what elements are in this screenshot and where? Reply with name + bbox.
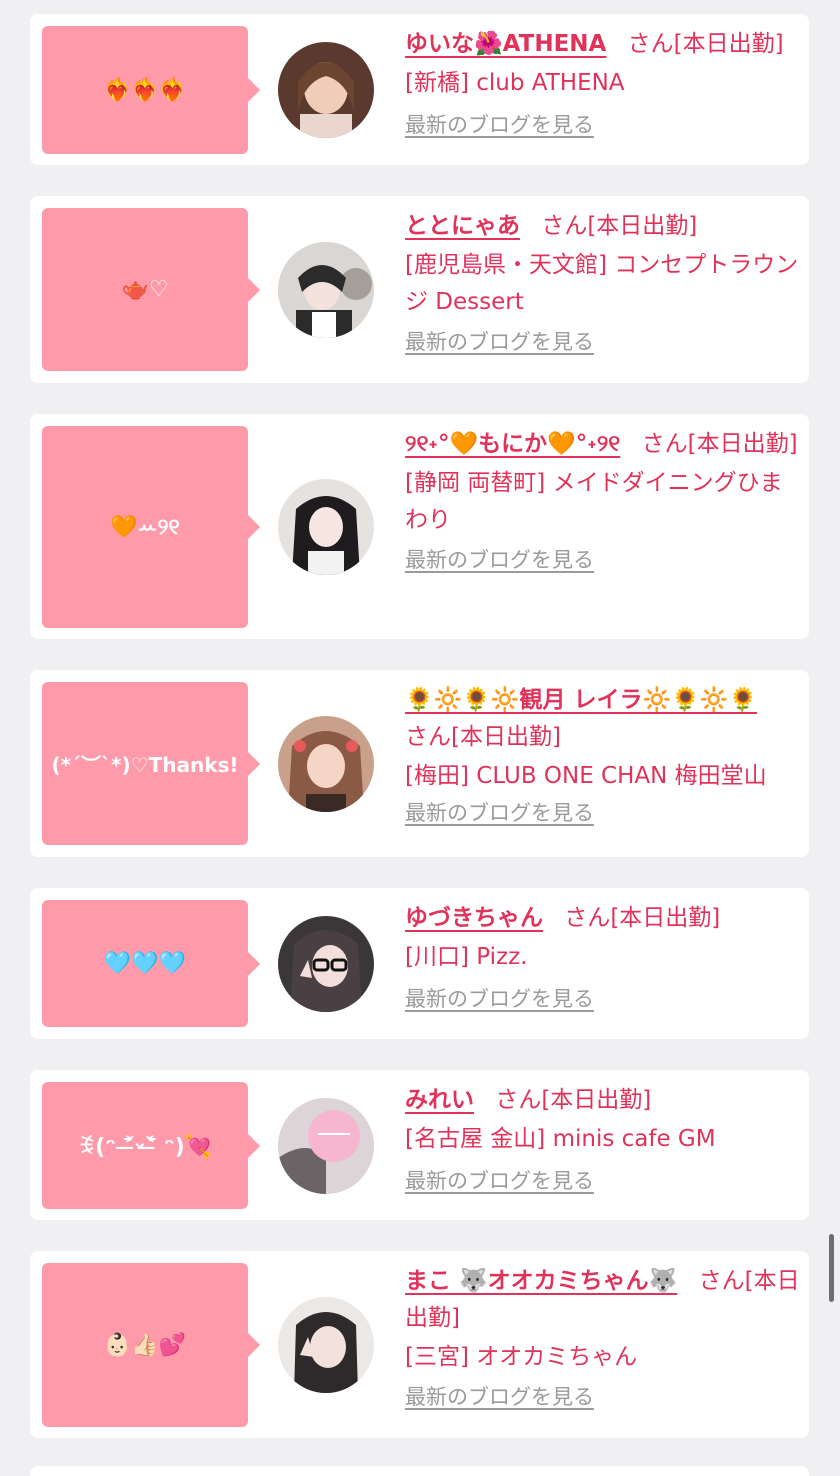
shop-name: [名古屋 金山] minis cafe GM xyxy=(405,1126,716,1152)
entry-info: ととにゃあ さん[本日出勤] [鹿児島県・天文館] コンセプトラウンジ Dess… xyxy=(405,208,801,361)
shop-name: [静岡 両替町] メイドダイニングひまわり xyxy=(405,470,783,533)
cast-name-link[interactable]: 🌻🔆🌻🔆観月 レイラ🔆🌻🔆🌻 xyxy=(405,687,757,713)
avatar[interactable] xyxy=(278,716,374,812)
bubble-text: ꉂ(ᵔ ˃̶᷄ᵕ˂̶᷅ ᵔ)💘 xyxy=(42,1082,248,1209)
entry-info: まこ 🐺オオカミちゃん🐺 さん[本日出勤] [三宮] オオカミちゃん 最新のブロ… xyxy=(405,1263,801,1416)
list-item: 🩵🩵🩵 ゆづきちゃん さん[本日出勤] [川口] Pizz. 最新のブログを見る xyxy=(30,888,809,1039)
status-label: さん[本日出勤] xyxy=(405,724,561,750)
bubble-text: 🧡ꕀ୨୧ xyxy=(42,426,248,628)
entry-info: ୨୧˖°🧡もにか🧡°˖୨୧ さん[本日出勤] [静岡 両替町] メイドダイニング… xyxy=(405,426,801,579)
name-line: 🌻🔆🌻🔆観月 レイラ🔆🌻🔆🌻 さん[本日出勤] xyxy=(405,682,801,756)
bubble-arrow xyxy=(248,752,260,776)
status-label: さん[本日出勤] xyxy=(627,31,784,57)
entry-info: ゆづきちゃん さん[本日出勤] [川口] Pizz. 最新のブログを見る xyxy=(405,900,801,1018)
name-line: みれい さん[本日出勤] xyxy=(405,1082,801,1119)
entry-info: みれい さん[本日出勤] [名古屋 金山] minis cafe GM 最新のブ… xyxy=(405,1082,801,1200)
latest-blog-link[interactable]: 最新のブログを見る xyxy=(405,327,594,357)
shop-name: [川口] Pizz. xyxy=(405,944,528,970)
name-line: ゆづきちゃん さん[本日出勤] xyxy=(405,900,801,937)
bubble-text: 🩵🩵🩵 xyxy=(42,900,248,1027)
latest-blog-link[interactable]: 最新のブログを見る xyxy=(405,545,594,575)
avatar[interactable] xyxy=(278,42,374,138)
name-line: ととにゃあ さん[本日出勤] xyxy=(405,208,801,245)
cast-name-link[interactable]: まこ 🐺オオカミちゃん🐺 xyxy=(405,1268,677,1294)
bubble-text: ❤️‍🔥❤️‍🔥❤️‍🔥 xyxy=(42,26,248,154)
name-line: まこ 🐺オオカミちゃん🐺 さん[本日出勤] xyxy=(405,1263,801,1337)
bubble-arrow xyxy=(248,952,260,976)
list-item: 🫖♡ ととにゃあ さん[本日出勤] [鹿児島県・天文館] コンセプトラウンジ D… xyxy=(30,196,809,383)
bubble-arrow xyxy=(248,1134,260,1158)
bubble-arrow xyxy=(248,515,260,539)
name-line: ゆいな🌺ATHENA さん[本日出勤] xyxy=(405,26,801,63)
status-label: さん[本日出勤] xyxy=(541,213,698,239)
cast-name-link[interactable]: ゆいな🌺ATHENA xyxy=(405,31,606,57)
status-label: さん[本日出勤] xyxy=(495,1087,652,1113)
shop-name: [新橋] club ATHENA xyxy=(405,70,625,96)
cast-name-link[interactable]: ととにゃあ xyxy=(405,213,520,239)
latest-blog-link[interactable]: 最新のブログを見る xyxy=(405,110,594,140)
latest-blog-link[interactable]: 最新のブログを見る xyxy=(405,1166,594,1196)
list-item: (*´︶`*)♡Thanks! 🌻🔆🌻🔆観月 レイラ🔆🌻🔆🌻 さん[本日出勤] … xyxy=(30,670,809,857)
bubble-text: 👶🏻👍🏻💕 xyxy=(42,1263,248,1427)
avatar[interactable] xyxy=(278,1098,374,1194)
entry-info: 🌻🔆🌻🔆観月 レイラ🔆🌻🔆🌻 さん[本日出勤] [梅田] CLUB ONE CH… xyxy=(405,682,801,832)
cast-name-link[interactable]: ゆづきちゃん xyxy=(405,905,543,931)
cast-name-link[interactable]: ୨୧˖°🧡もにか🧡°˖୨୧ xyxy=(405,431,620,457)
list-item: 🧡ꕀ୨୧ ୨୧˖°🧡もにか🧡°˖୨୧ さん[本日出勤] [静岡 両替町] メイド… xyxy=(30,414,809,639)
bubble-arrow xyxy=(248,78,260,102)
bubble-arrow xyxy=(248,1333,260,1357)
list-item: ❤️‍🔥❤️‍🔥❤️‍🔥 ゆいな🌺ATHENA さん[本日出勤] [新橋] cl… xyxy=(30,14,809,165)
cast-name-link[interactable]: みれい xyxy=(405,1087,474,1113)
avatar[interactable] xyxy=(278,1297,374,1393)
status-label: さん[本日出勤] xyxy=(641,431,798,457)
avatar[interactable] xyxy=(278,242,374,338)
avatar[interactable] xyxy=(278,916,374,1012)
shop-name: [鹿児島県・天文館] コンセプトラウンジ Dessert xyxy=(405,252,799,315)
shop-name: [梅田] CLUB ONE CHAN 梅田堂山 xyxy=(405,763,767,789)
entry-info: ゆいな🌺ATHENA さん[本日出勤] [新橋] club ATHENA 最新の… xyxy=(405,26,801,144)
bubble-text: (*´︶`*)♡Thanks! xyxy=(42,682,248,845)
bubble-arrow xyxy=(248,278,260,302)
shop-name: [三宮] オオカミちゃん xyxy=(405,1344,638,1370)
list-item: ꉂ(ᵔ ˃̶᷄ᵕ˂̶᷅ ᵔ)💘 みれい さん[本日出勤] [名古屋 金山] mi… xyxy=(30,1070,809,1220)
list-item: 👶🏻👍🏻💕 まこ 🐺オオカミちゃん🐺 さん[本日出勤] [三宮] オオカミちゃん… xyxy=(30,1251,809,1438)
scrollbar[interactable] xyxy=(829,1234,834,1302)
latest-blog-link[interactable]: 最新のブログを見る xyxy=(405,1382,594,1412)
latest-blog-link[interactable]: 最新のブログを見る xyxy=(405,984,594,1014)
list-item-next xyxy=(30,1466,809,1476)
bubble-text: 🫖♡ xyxy=(42,208,248,371)
status-label: さん[本日出勤] xyxy=(564,905,721,931)
blog-list: ❤️‍🔥❤️‍🔥❤️‍🔥 ゆいな🌺ATHENA さん[本日出勤] [新橋] cl… xyxy=(0,0,840,1476)
latest-blog-link[interactable]: 最新のブログを見る xyxy=(405,798,594,828)
name-line: ୨୧˖°🧡もにか🧡°˖୨୧ さん[本日出勤] xyxy=(405,426,801,463)
avatar[interactable] xyxy=(278,479,374,575)
